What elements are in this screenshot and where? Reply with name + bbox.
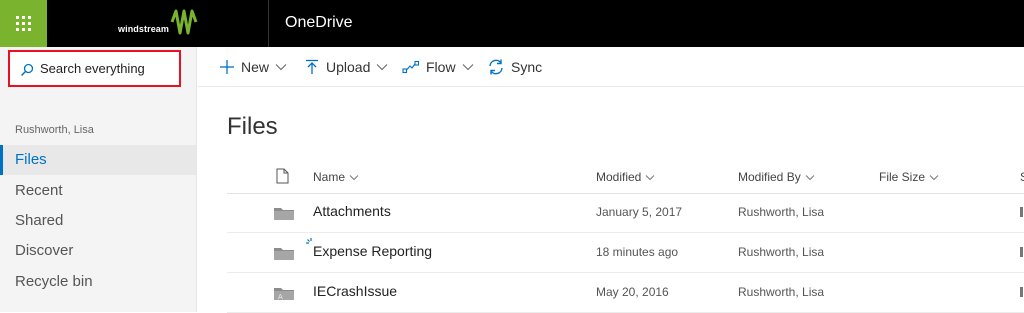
sharing-indicator: [1020, 207, 1023, 217]
file-type-header-icon[interactable]: [276, 168, 289, 184]
modified-by: Rushworth, Lisa: [738, 285, 825, 299]
column-header-modified[interactable]: Modified: [596, 170, 655, 184]
modified-date: May 20, 2016: [596, 285, 669, 299]
sharing-indicator: [1020, 287, 1023, 297]
modified-by: Rushworth, Lisa: [738, 245, 825, 259]
nav-item-recent[interactable]: Recent: [0, 176, 196, 206]
nav-item-recycle-bin[interactable]: Recycle bin: [0, 267, 196, 297]
suite-bar: windstream OneDrive: [0, 0, 1024, 47]
nav-item-shared[interactable]: Shared: [0, 206, 196, 236]
search-placeholder[interactable]: Search everything: [40, 61, 145, 76]
chevron-down-icon: [805, 174, 815, 180]
file-name-link[interactable]: Attachments: [313, 203, 391, 219]
chevron-down-icon: [646, 174, 655, 180]
suite-divider: [268, 0, 269, 47]
column-header-name[interactable]: Name: [313, 170, 359, 184]
search-icon: [20, 63, 34, 77]
folder-icon: [274, 208, 294, 220]
column-header-file-size-label: File Size: [879, 170, 926, 184]
app-title[interactable]: OneDrive: [285, 14, 353, 32]
brand-logo[interactable]: windstream: [118, 8, 208, 40]
table-row[interactable]: A IECrashIssue May 20, 2016 Rushworth, L…: [227, 273, 1024, 313]
chevron-down-icon: [376, 64, 388, 71]
folder-icon: [274, 248, 294, 260]
flow-button[interactable]: Flow: [402, 58, 474, 76]
shared-folder-icon: A: [274, 288, 294, 300]
svg-text:A: A: [278, 293, 283, 300]
column-header-name-label: Name: [313, 170, 346, 184]
column-header-sharing-label: S: [1020, 170, 1024, 184]
app-launcher-icon[interactable]: [0, 0, 47, 47]
sync-button-label: Sync: [511, 59, 543, 75]
column-header-sharing[interactable]: S: [1020, 170, 1024, 184]
sync-button[interactable]: Sync: [487, 58, 542, 76]
sharing-indicator: [1020, 247, 1023, 257]
nav-item-files[interactable]: Files: [0, 145, 196, 175]
page-title: Files: [227, 113, 278, 140]
flow-icon: [402, 60, 420, 74]
plus-icon: [220, 60, 234, 74]
table-row[interactable]: Attachments January 5, 2017 Rushworth, L…: [227, 193, 1024, 233]
nav-owner-name: Rushworth, Lisa: [15, 124, 94, 136]
upload-icon: [306, 59, 318, 74]
nav-item-discover[interactable]: Discover: [0, 236, 196, 266]
sync-icon: [489, 59, 503, 75]
flow-button-label: Flow: [426, 59, 456, 75]
file-name-link[interactable]: IECrashIssue: [313, 283, 397, 299]
new-button-label: New: [241, 59, 270, 75]
chevron-down-icon: [929, 174, 939, 180]
column-header-modified-by-label: Modified By: [738, 170, 801, 184]
chevron-down-icon: [462, 64, 473, 71]
column-header-modified-label: Modified: [596, 170, 642, 184]
column-header-file-size[interactable]: File Size: [879, 170, 939, 184]
file-name-link[interactable]: Expense Reporting: [313, 243, 432, 259]
new-button[interactable]: New: [219, 58, 287, 76]
upload-button[interactable]: Upload: [304, 58, 388, 76]
upload-button-label: Upload: [326, 59, 371, 75]
modified-date: January 5, 2017: [596, 205, 683, 219]
windstream-wave-icon: [170, 9, 198, 35]
table-row[interactable]: Expense Reporting 18 minutes ago Rushwor…: [227, 233, 1024, 273]
column-header-modified-by[interactable]: Modified By: [738, 170, 815, 184]
brand-name: windstream: [118, 24, 170, 34]
search-box[interactable]: Search everything: [8, 50, 181, 87]
chevron-down-icon: [275, 64, 287, 71]
chevron-down-icon: [349, 174, 359, 180]
modified-date: 18 minutes ago: [596, 245, 679, 259]
modified-by: Rushworth, Lisa: [738, 205, 825, 219]
